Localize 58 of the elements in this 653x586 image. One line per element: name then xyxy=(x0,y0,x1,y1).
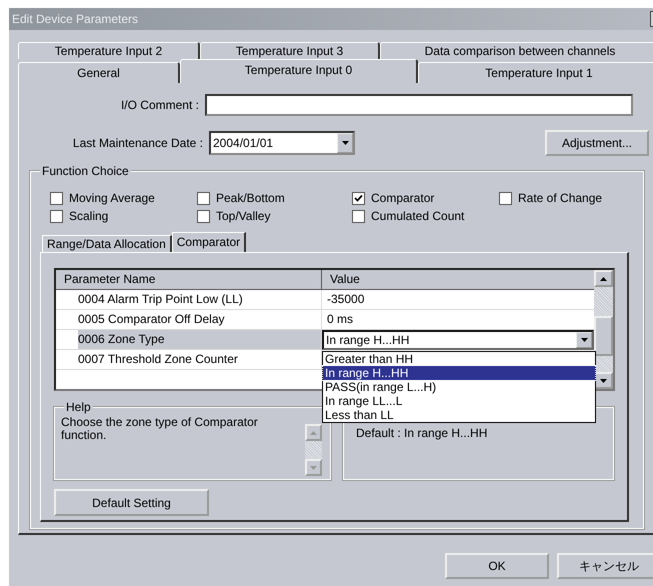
table-cell: 0006 Zone Type xyxy=(78,330,322,349)
checkbox[interactable] xyxy=(499,192,512,204)
checkbox[interactable] xyxy=(352,192,365,204)
column-header: Value xyxy=(329,271,360,288)
zone-type-dropdown[interactable]: In range H...HH xyxy=(322,330,594,350)
scroll-thumb[interactable] xyxy=(594,316,613,356)
dropdown-arrow-icon xyxy=(342,141,348,145)
default-setting-button[interactable]: Default Setting xyxy=(54,489,209,516)
checkbox-label: Peak/Bottom xyxy=(216,191,285,205)
help-text: Choose the zone type of Comparator function. xyxy=(61,416,259,444)
tab[interactable]: Range/Data Allocation xyxy=(42,235,172,252)
tab[interactable]: Data comparison between channels xyxy=(380,42,653,59)
table-cell-text: 0 ms xyxy=(326,311,354,328)
table-cell: 0004 Alarm Trip Point Low (LL) xyxy=(56,290,322,309)
table-cell: 0005 Comparator Off Delay xyxy=(56,310,322,329)
default-value-text: Default : In range H...HH xyxy=(356,426,488,440)
dropdown-arrow-icon xyxy=(580,338,588,342)
table-cell: 0007 Threshold Zone Counter xyxy=(56,350,322,369)
tab[interactable]: Temperature Input 3 xyxy=(200,42,380,59)
dropdown-option[interactable]: PASS(in range L...H) xyxy=(323,380,595,394)
checkbox-label: Top/Valley xyxy=(216,209,270,223)
tab[interactable]: Temperature Input 1 xyxy=(418,62,653,83)
dropdown-option[interactable]: Greater than HH xyxy=(323,352,595,366)
dropdown-option[interactable]: Less than LL xyxy=(323,408,595,422)
table-cell-text: -35000 xyxy=(326,291,366,308)
date-label: Last Maintenance Date : xyxy=(72,136,204,150)
scroll-up-button[interactable] xyxy=(594,270,613,287)
dialog-button[interactable]: OK xyxy=(445,553,549,579)
tab[interactable]: Temperature Input 2 xyxy=(18,42,200,59)
checkbox-label: Moving Average xyxy=(69,191,155,205)
checkbox[interactable] xyxy=(50,210,63,222)
dropdown-option[interactable]: In range LL...L xyxy=(323,394,595,408)
adjustment-button[interactable]: Adjustment... xyxy=(545,130,649,156)
checkbox[interactable] xyxy=(197,210,210,222)
group-title: Function Choice xyxy=(40,164,131,178)
date-dropdown[interactable]: 2004/01/01 xyxy=(209,131,355,155)
io-comment-field[interactable] xyxy=(205,94,633,116)
dropdown-option[interactable]: In range H...HH xyxy=(323,366,595,380)
checkbox-label: Rate of Change xyxy=(518,191,602,205)
io-comment-label: I/O Comment : xyxy=(120,98,200,112)
down-arrow-icon xyxy=(600,378,607,382)
group-title: Help xyxy=(64,400,93,414)
checkbox-label: Scaling xyxy=(69,209,108,223)
checkbox-label: Comparator xyxy=(371,191,434,205)
checkbox[interactable] xyxy=(50,192,63,204)
checkbox[interactable] xyxy=(197,192,210,204)
tab[interactable]: Comparator xyxy=(172,232,246,252)
column-header: Parameter Name xyxy=(56,270,322,289)
checkbox[interactable] xyxy=(352,210,365,222)
checkbox-label: Cumulated Count xyxy=(371,209,464,223)
dialog-button[interactable]: キャンセル xyxy=(557,553,653,579)
tab[interactable]: General xyxy=(18,62,180,83)
scrollbar[interactable] xyxy=(594,270,613,389)
up-arrow-icon xyxy=(600,276,607,280)
up-arrow-icon xyxy=(310,430,317,434)
tab[interactable]: Temperature Input 0 xyxy=(180,59,418,83)
window-title: Edit Device Parameters xyxy=(11,12,138,26)
down-arrow-icon xyxy=(310,466,317,470)
